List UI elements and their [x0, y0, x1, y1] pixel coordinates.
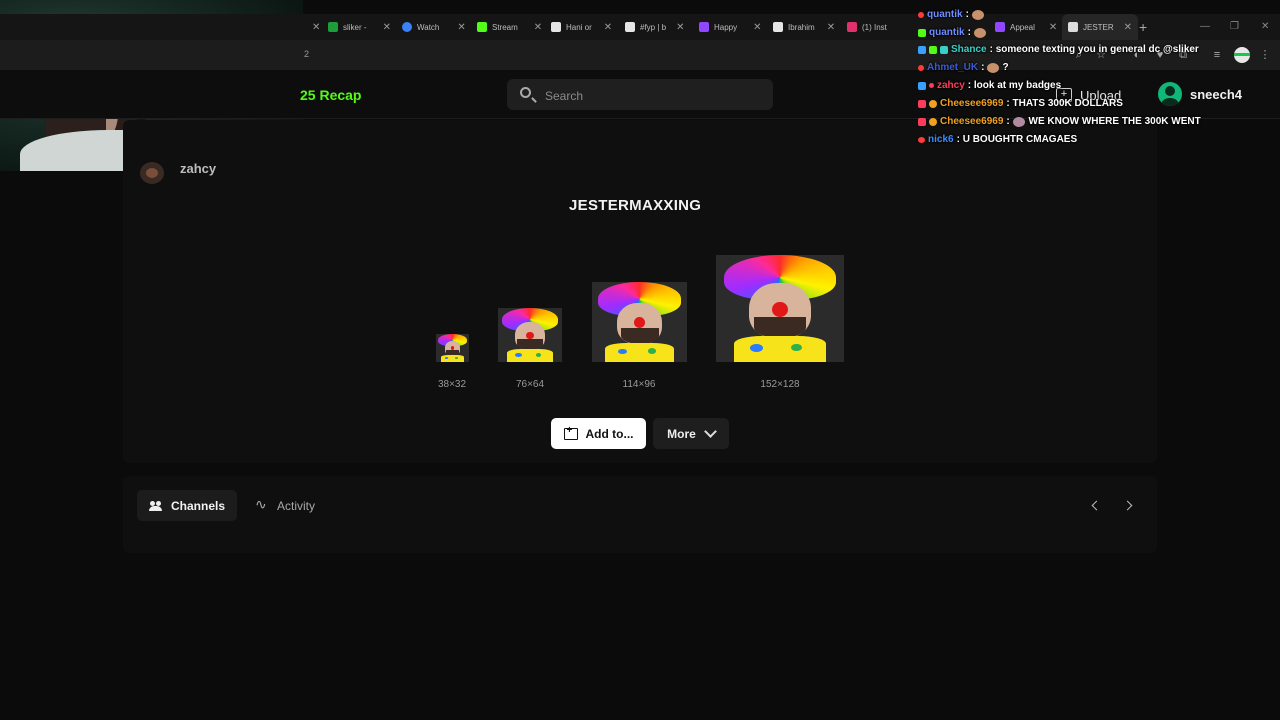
browser-tab[interactable]: #fyp | b ✕: [625, 14, 684, 40]
emote-preview-xlarge: [716, 255, 844, 362]
browser-tab[interactable]: (1) Inst: [847, 14, 887, 40]
emote-icon: [973, 27, 986, 38]
browser-tab[interactable]: Ibrahim ✕: [773, 14, 835, 40]
tab-favicon-icon: [328, 22, 338, 32]
size-label: 152×128: [760, 379, 800, 390]
owner-avatar[interactable]: [140, 162, 164, 184]
browser-tab[interactable]: Watch ✕: [402, 14, 466, 40]
stream-chat-overlay: quantik: quantik: Shance: someone textin…: [918, 6, 1280, 146]
recap-link[interactable]: 25 Recap: [300, 87, 361, 103]
add-to-button[interactable]: Add to...: [551, 418, 646, 449]
badge-icon: [929, 83, 934, 88]
badge-icon: [940, 45, 948, 54]
badge-icon: [918, 45, 926, 54]
browser-tab[interactable]: sliker - ✕: [328, 14, 391, 40]
tab-activity[interactable]: Activity: [245, 490, 325, 521]
chat-message: Shance: someone texting you in general d…: [918, 44, 1199, 55]
tab-favicon-icon: [402, 22, 412, 32]
chat-message: zahcy: look at my badges: [918, 80, 1061, 91]
badge-icon: [918, 117, 926, 126]
badge-icon: [918, 64, 924, 71]
owner-name[interactable]: zahcy: [180, 161, 216, 176]
tab-close-prev[interactable]: ✕: [304, 14, 320, 40]
browser-tab[interactable]: Hani or ✕: [551, 14, 612, 40]
size-label: 38×32: [437, 379, 467, 390]
activity-icon: [255, 496, 269, 513]
folder-plus-icon: [563, 425, 578, 440]
chat-message: quantik:: [918, 9, 984, 20]
emote-preview-medium: [498, 308, 562, 362]
chat-message: Ahmet_UK:?: [918, 62, 1009, 73]
add-to-label: Add to...: [585, 426, 634, 441]
emote-preview-small: [436, 334, 469, 362]
emote-title: JESTERMAXXING: [569, 197, 702, 214]
tab-favicon-icon: [625, 22, 635, 32]
emote-icon: [971, 9, 984, 20]
badge-icon: [918, 81, 926, 90]
tab-favicon-icon: [699, 22, 709, 32]
search-input[interactable]: [543, 79, 767, 112]
chat-message: nick6: U BOUGHTR CMAGAES: [918, 134, 1077, 145]
badge-icon: [918, 11, 924, 18]
more-label: More: [667, 426, 696, 441]
tab-favicon-icon: [551, 22, 561, 32]
tab-favicon-icon: [847, 22, 857, 32]
emote-icon: [1012, 116, 1025, 127]
size-label: 114×96: [622, 379, 656, 390]
search-icon: [520, 87, 531, 98]
chat-message: quantik:: [918, 27, 986, 38]
browser-tab[interactable]: Stream ✕: [477, 14, 542, 40]
search-box[interactable]: [507, 79, 773, 112]
badge-icon: [929, 117, 937, 126]
size-label: 76×64: [515, 379, 545, 390]
emote-icon: [987, 62, 1000, 73]
users-icon: [148, 500, 163, 511]
emote-preview-large: [592, 282, 687, 362]
badge-icon: [918, 28, 926, 37]
badge-icon: [929, 45, 937, 54]
tab-favicon-icon: [477, 22, 487, 32]
badge-icon: [918, 136, 925, 143]
browser-tab[interactable]: Happy ✕: [699, 14, 762, 40]
chevron-down-icon: [703, 425, 717, 438]
chat-message: Cheesee6969: WE KNOW WHERE THE 300K WENT: [918, 116, 1201, 127]
tab-channels[interactable]: Channels: [137, 490, 237, 521]
next-page-icon[interactable]: [1119, 497, 1135, 513]
chat-message: Cheesee6969: THATS 300K DOLLARS: [918, 98, 1123, 109]
badge-icon: [929, 99, 937, 108]
address-bar[interactable]: 2: [304, 49, 309, 59]
tab-activity-label: Activity: [276, 498, 315, 513]
badge-icon: [918, 99, 926, 108]
prev-page-icon[interactable]: [1088, 497, 1104, 513]
tab-channels-label: Channels: [170, 498, 225, 513]
more-button[interactable]: More: [653, 418, 729, 449]
tab-favicon-icon: [773, 22, 783, 32]
